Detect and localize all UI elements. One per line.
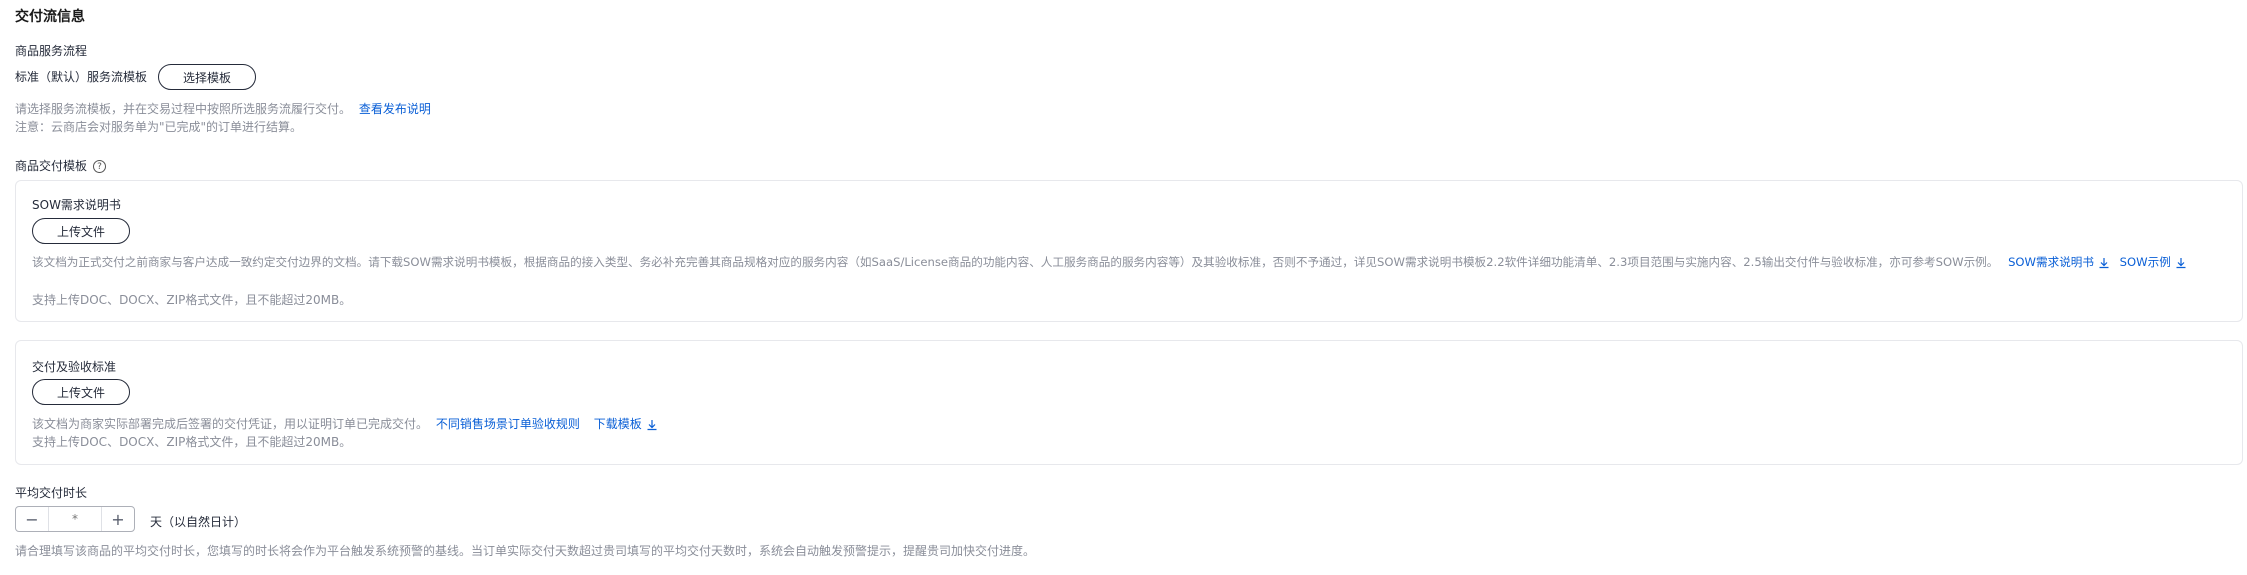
avg-delivery-hint: 请合理填写该商品的平均交付时长，您填写的时长将会作为平台触发系统预警的基线。当订… [15,544,1036,558]
increment-button[interactable]: + [102,507,134,531]
acceptance-description-text: 该文档为商家实际部署完成后签署的交付凭证，用以证明订单已完成交付。 [32,417,429,431]
section-title: 交付流信息 [15,9,85,25]
download-icon [647,419,657,430]
avg-delivery-stepper: − + [15,506,135,532]
sow-example-link[interactable]: SOW示例 [2120,255,2187,269]
question-circle-icon[interactable]: ? [93,160,107,173]
acceptance-card: 交付及验收标准 上传文件 该文档为商家实际部署完成后签署的交付凭证，用以证明订单… [15,340,2243,465]
download-template-link-label: 下载模板 [593,417,642,431]
sow-title: SOW需求说明书 [32,198,121,212]
view-release-notes-link[interactable]: 查看发布说明 [359,102,431,116]
avg-delivery-input[interactable] [48,507,102,531]
acceptance-title: 交付及验收标准 [32,360,117,374]
delivery-template-label-text: 商品交付模板 [15,159,88,173]
service-flow-label: 商品服务流程 [15,44,88,58]
sow-formats: 支持上传DOC、DOCX、ZIP格式文件，且不能超过20MB。 [32,293,352,307]
download-template-link[interactable]: 下载模板 [594,417,658,431]
sow-template-link-label: SOW需求说明书 [2008,255,2094,269]
acceptance-rules-link[interactable]: 不同销售场景订单验收规则 [436,417,580,431]
service-flow-hint: 请选择服务流模板，并在交易过程中按照所选服务流履行交付。 查看发布说明 [15,100,431,117]
sow-example-link-label: SOW示例 [2119,255,2171,269]
settlement-note: 注意：云商店会对服务单为"已完成"的订单进行结算。 [15,120,303,134]
sow-template-link[interactable]: SOW需求说明书 [2008,255,2110,269]
decrement-button[interactable]: − [16,507,48,531]
acceptance-upload-button[interactable]: 上传文件 [32,379,130,405]
sow-description: 该文档为正式交付之前商家与客户达成一致约定交付边界的文档。请下载SOW需求说明书… [32,254,2227,271]
sow-upload-button[interactable]: 上传文件 [32,218,130,244]
service-flow-template-text: 标准（默认）服务流模板 [15,70,148,84]
download-icon [2099,257,2109,268]
sow-description-text: 该文档为正式交付之前商家与客户达成一致约定交付边界的文档。请下载SOW需求说明书… [32,255,1999,269]
delivery-template-label: 商品交付模板? [15,157,107,174]
download-icon [2176,257,2186,268]
avg-delivery-label: 平均交付时长 [15,486,88,500]
avg-delivery-unit: 天（以自然日计） [150,515,247,529]
select-template-button[interactable]: 选择模板 [158,64,256,90]
acceptance-description: 该文档为商家实际部署完成后签署的交付凭证，用以证明订单已完成交付。 不同销售场景… [32,415,658,432]
service-flow-hint-text: 请选择服务流模板，并在交易过程中按照所选服务流履行交付。 [15,102,352,116]
acceptance-formats: 支持上传DOC、DOCX、ZIP格式文件，且不能超过20MB。 [32,435,352,449]
sow-card: SOW需求说明书 上传文件 该文档为正式交付之前商家与客户达成一致约定交付边界的… [15,180,2243,322]
